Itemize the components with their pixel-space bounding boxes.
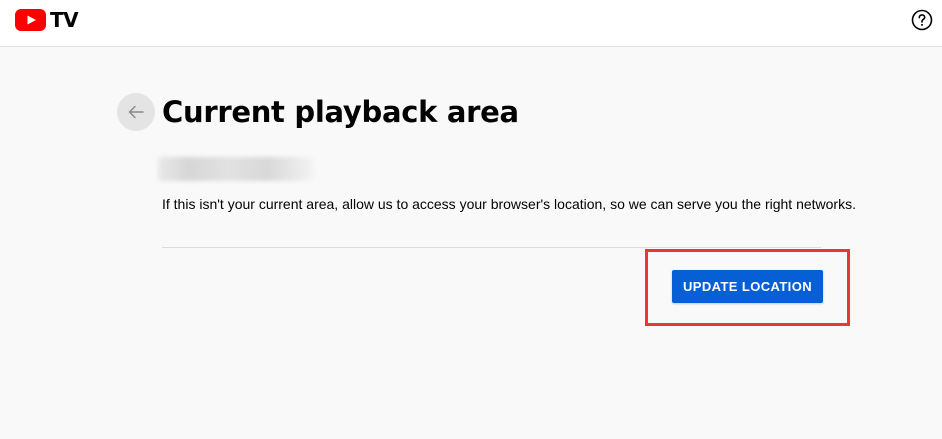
logo-text: TV [50,8,79,32]
arrow-left-icon [128,105,144,119]
help-button[interactable] [911,9,933,31]
top-bar: TV [0,0,942,47]
update-location-button[interactable]: UPDATE LOCATION [672,270,823,303]
location-info-text: If this isn't your current area, allow u… [162,196,856,212]
page-title: Current playback area [162,95,519,129]
back-button[interactable] [117,93,155,131]
youtube-tv-logo[interactable]: TV [15,8,79,32]
question-circle-icon [911,9,933,31]
youtube-play-logo-icon [15,9,46,31]
redacted-location-text [158,157,313,181]
divider [162,247,821,248]
